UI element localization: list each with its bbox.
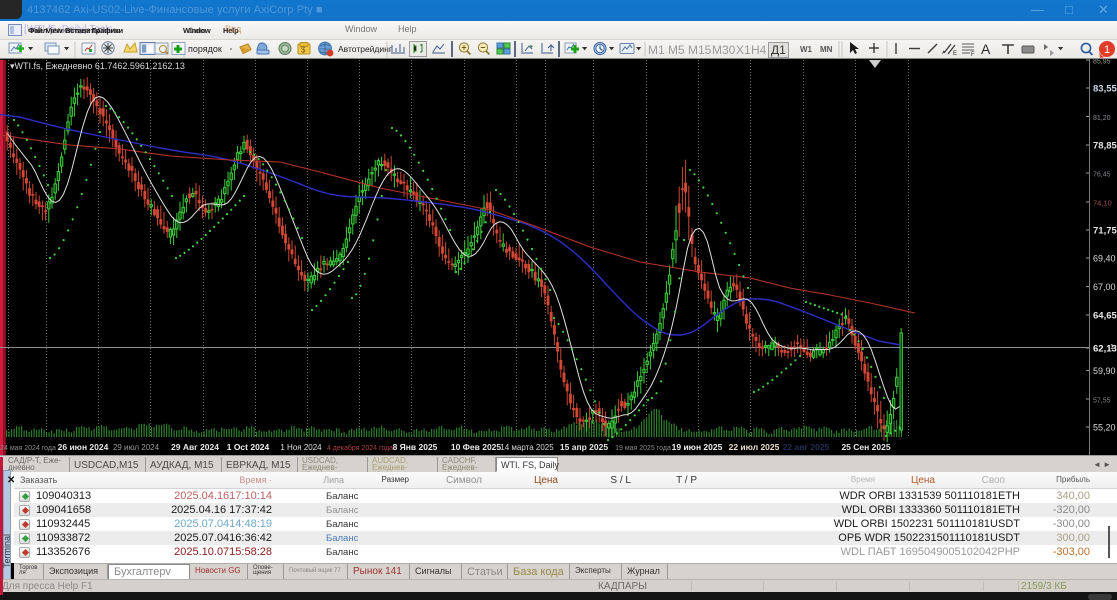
svg-text:57,55: 57,55 <box>1093 398 1111 405</box>
svg-text:85,95: 85,95 <box>1093 59 1111 66</box>
svg-text:8 Янв 2025: 8 Янв 2025 <box>393 442 438 452</box>
svg-text:▾WTI.fs, Ежедневно 61.7462.596: ▾WTI.fs, Ежедневно 61.7462.5961.2162.13 <box>10 61 185 71</box>
svg-text:19 мая 2025 года: 19 мая 2025 года <box>615 445 671 452</box>
svg-text:1 Ноя 2024: 1 Ноя 2024 <box>280 443 322 452</box>
svg-text:1 Oct 2024: 1 Oct 2024 <box>227 442 270 452</box>
svg-text:22 авг 2025: 22 авг 2025 <box>783 442 830 452</box>
svg-text:67,00: 67,00 <box>1093 282 1116 292</box>
svg-text:64,65: 64,65 <box>1093 311 1117 322</box>
svg-text:14 марта 2025: 14 марта 2025 <box>500 443 554 452</box>
svg-text:10 Фев 2025: 10 Фев 2025 <box>451 442 502 452</box>
svg-text:83,55: 83,55 <box>1093 84 1117 95</box>
svg-text:59,90: 59,90 <box>1093 366 1116 376</box>
svg-text:19 июн 2025: 19 июн 2025 <box>672 442 723 452</box>
svg-text:15 апр 2025: 15 апр 2025 <box>560 442 608 452</box>
svg-text:29 Авг 2024: 29 Авг 2024 <box>171 442 219 452</box>
svg-text:55,20: 55,20 <box>1093 423 1116 433</box>
svg-text:24 мая 2024 года: 24 мая 2024 года <box>0 445 56 452</box>
svg-text:26 июн 2024: 26 июн 2024 <box>58 442 109 452</box>
svg-text:25 Сен 2025: 25 Сен 2025 <box>841 442 890 452</box>
svg-text:4 декабря 2024 года: 4 декабря 2024 года <box>327 444 393 452</box>
svg-text:71,75: 71,75 <box>1093 226 1117 237</box>
svg-text:29 июл 2024: 29 июл 2024 <box>113 443 160 452</box>
svg-text:1: 1 <box>1110 344 1114 351</box>
svg-text:69,40: 69,40 <box>1093 254 1116 264</box>
svg-text:74,10: 74,10 <box>1093 199 1112 208</box>
svg-text:76,45: 76,45 <box>1093 172 1111 179</box>
svg-text:78,85: 78,85 <box>1093 141 1117 152</box>
svg-text:22 июл 2025: 22 июл 2025 <box>729 442 780 452</box>
svg-text:81,20: 81,20 <box>1093 115 1111 122</box>
